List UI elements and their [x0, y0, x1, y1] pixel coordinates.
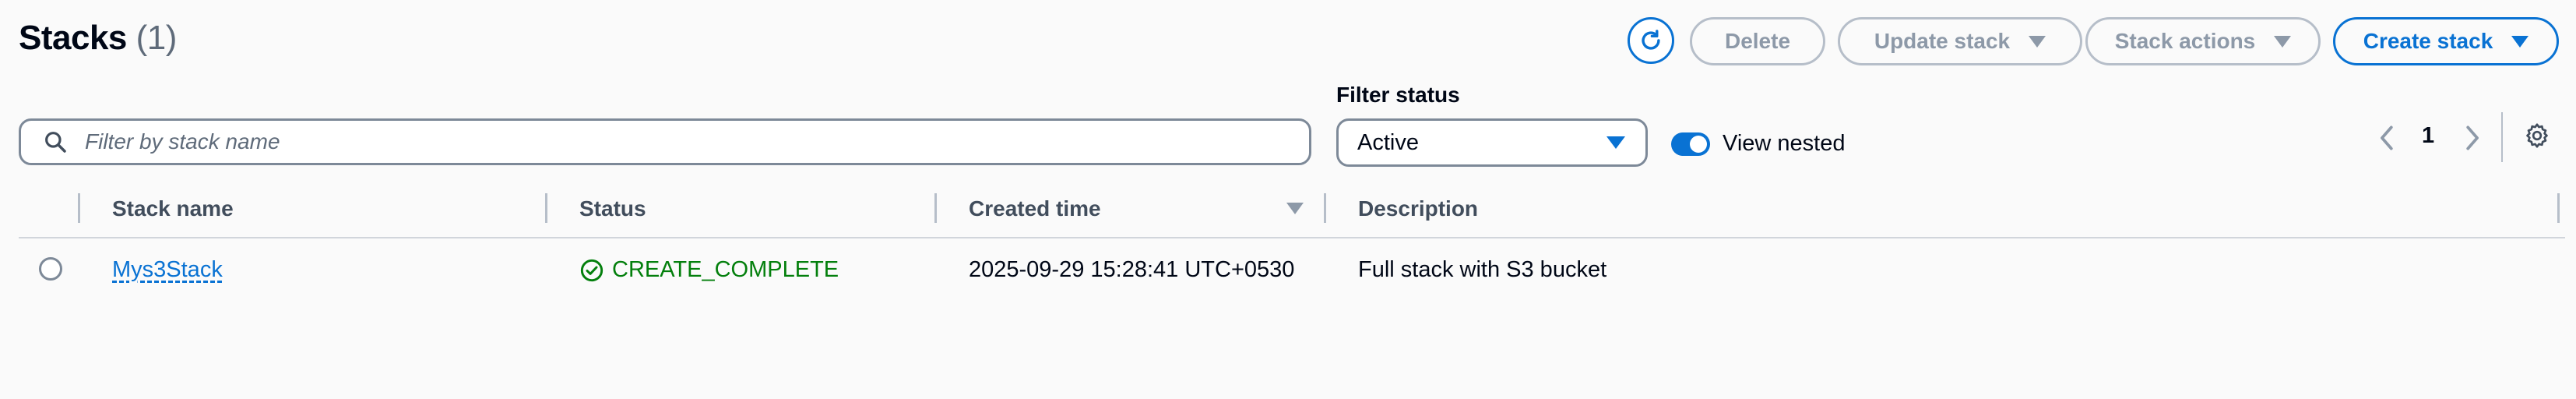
update-stack-label: Update stack	[1874, 29, 2011, 53]
column-divider[interactable]	[545, 193, 547, 223]
toggle-knob	[1690, 136, 1707, 153]
stack-actions-label: Stack actions	[2114, 29, 2256, 53]
delete-button-label: Delete	[1724, 29, 1791, 53]
gear-icon[interactable]	[2523, 122, 2551, 150]
pagination-divider	[2501, 112, 2503, 162]
column-divider[interactable]	[1324, 193, 1326, 223]
page-title: Stacks (1)	[19, 19, 177, 58]
view-nested-label: View nested	[1723, 131, 1846, 156]
column-header-created-time[interactable]: Created time	[969, 196, 1101, 221]
search-icon	[45, 132, 66, 153]
column-divider[interactable]	[934, 193, 937, 223]
create-stack-button[interactable]: Create stack	[2333, 17, 2559, 65]
column-divider	[78, 193, 80, 223]
description-cell: Full stack with S3 bucket	[1358, 257, 1607, 282]
caret-down-icon	[2274, 35, 2292, 48]
delete-button[interactable]: Delete	[1690, 17, 1825, 65]
stack-name-link[interactable]: Mys3Stack	[112, 257, 223, 282]
filter-status-select[interactable]: Active	[1336, 118, 1648, 167]
chevron-left-icon[interactable]	[2377, 125, 2395, 151]
search-input[interactable]	[83, 129, 1255, 155]
filter-status-label: Filter status	[1336, 83, 1460, 107]
stack-name-cell: Mys3Stack	[112, 257, 223, 283]
status-text: CREATE_COMPLETE	[612, 257, 839, 282]
stack-actions-button[interactable]: Stack actions	[2085, 17, 2321, 65]
column-header-stack-name[interactable]: Stack name	[112, 196, 234, 221]
table-header-divider	[19, 237, 2565, 238]
column-header-description[interactable]: Description	[1358, 196, 1478, 221]
column-header-status[interactable]: Status	[579, 196, 646, 221]
stack-count: (1)	[135, 19, 178, 57]
refresh-icon	[1642, 30, 1660, 50]
update-stack-button[interactable]: Update stack	[1838, 17, 2082, 65]
caret-down-icon	[2029, 35, 2046, 48]
sort-descending-icon[interactable]	[1286, 203, 1304, 214]
filter-status-value: Active	[1357, 129, 1419, 155]
status-cell: CREATE_COMPLETE	[579, 257, 839, 283]
current-page-number[interactable]: 1	[2422, 123, 2434, 149]
stacks-page: Stacks (1) Delete Update stack Stack act…	[0, 0, 2576, 399]
created-time-cell: 2025-09-29 15:28:41 UTC+0530	[969, 257, 1295, 282]
caret-down-icon	[1606, 136, 1625, 149]
chevron-right-icon[interactable]	[2464, 125, 2483, 151]
search-box[interactable]	[19, 118, 1311, 165]
page-title-text: Stacks	[19, 19, 127, 57]
refresh-button[interactable]	[1628, 17, 1674, 64]
check-circle-icon	[580, 259, 604, 281]
column-divider[interactable]	[2557, 193, 2560, 223]
caret-down-icon	[2511, 35, 2529, 48]
view-nested-toggle[interactable]	[1671, 132, 1710, 156]
row-select-radio[interactable]	[39, 257, 62, 281]
create-stack-label: Create stack	[2363, 29, 2493, 53]
